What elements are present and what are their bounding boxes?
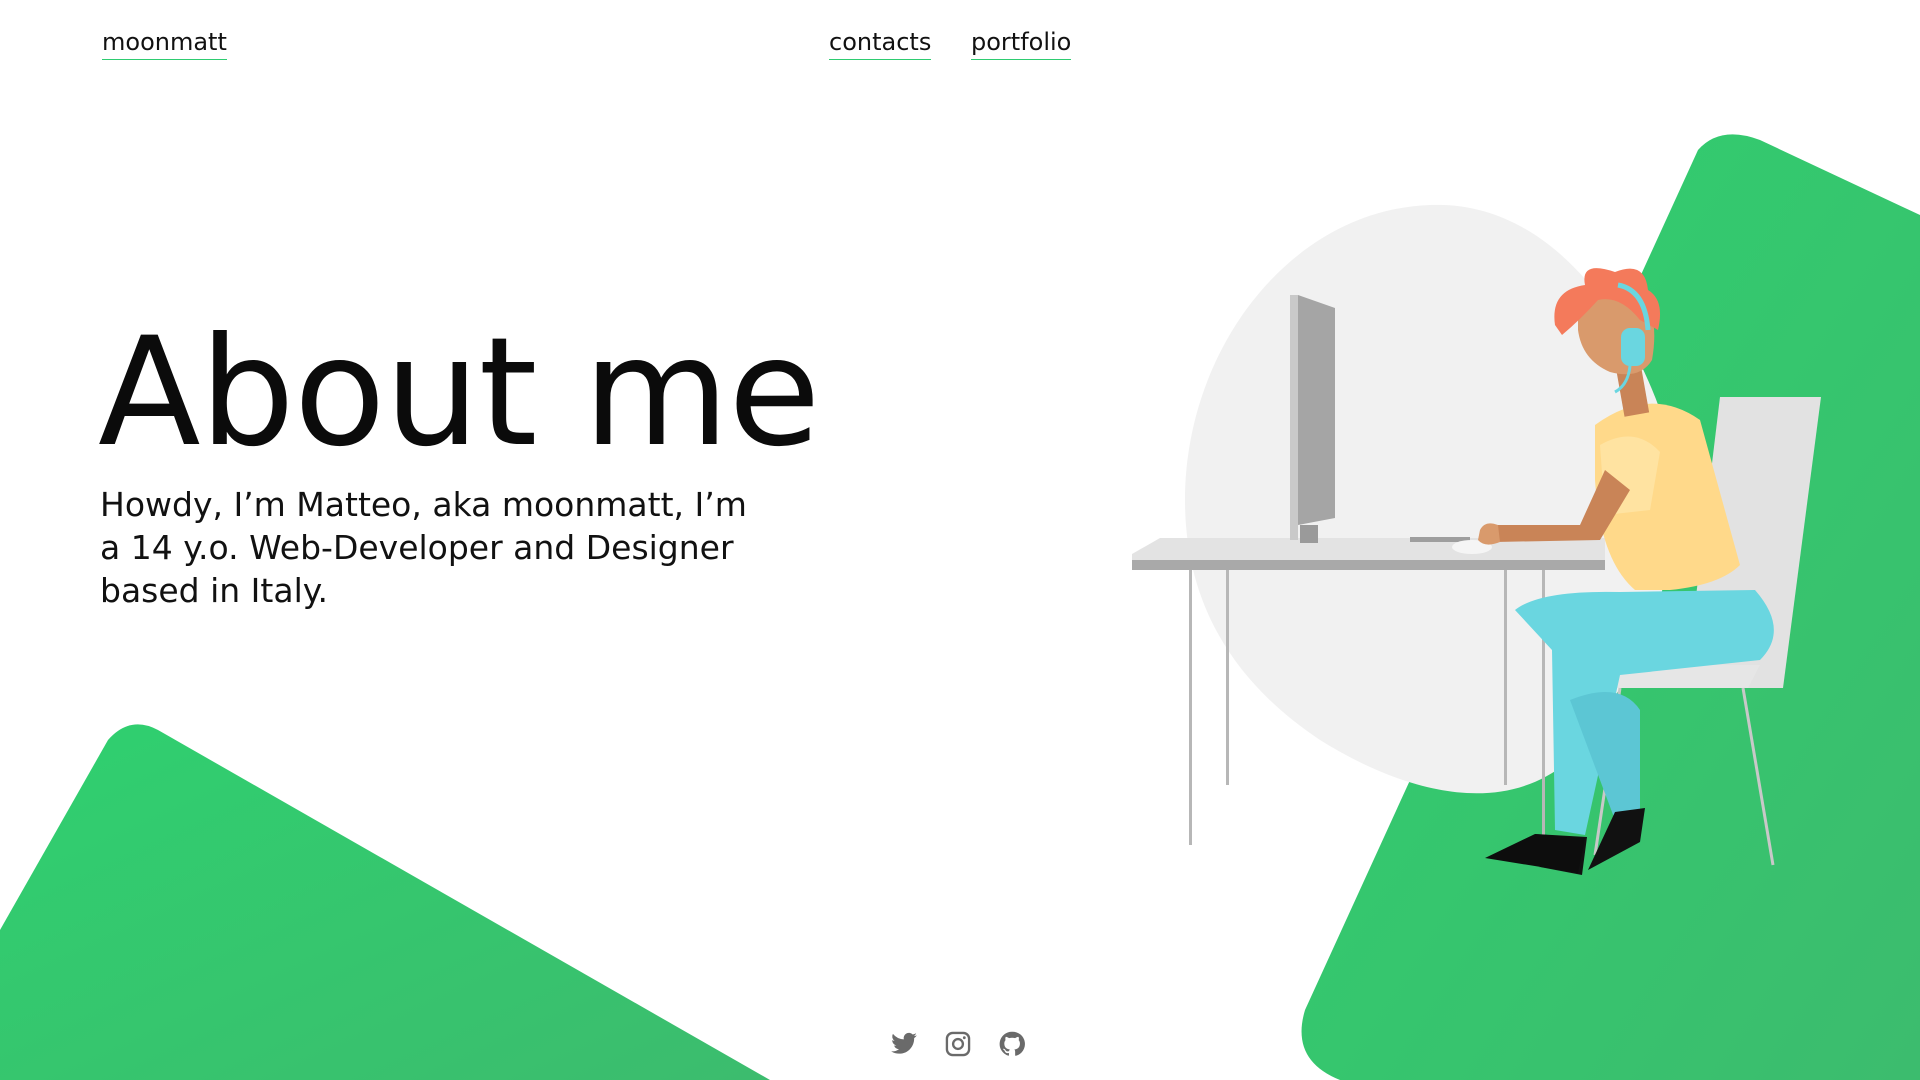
nav-portfolio-link[interactable]: portfolio: [971, 28, 1072, 60]
page-title: About me: [98, 306, 821, 480]
page: moonmatt contacts portfolio About me How…: [0, 0, 1920, 1080]
monitor: [1290, 295, 1335, 543]
green-shape-left: [0, 724, 770, 1080]
nav-contacts-link[interactable]: contacts: [829, 28, 932, 60]
developer-illustration: [1132, 204, 1821, 875]
brand-logo-link[interactable]: moonmatt: [102, 28, 227, 60]
twitter-icon[interactable]: [890, 1030, 918, 1058]
github-icon[interactable]: [998, 1030, 1026, 1058]
intro-text: Howdy, I’m Matteo, aka moonmatt, I’m a 1…: [100, 485, 747, 610]
social-links: [890, 1030, 1026, 1058]
instagram-icon[interactable]: [944, 1030, 972, 1058]
